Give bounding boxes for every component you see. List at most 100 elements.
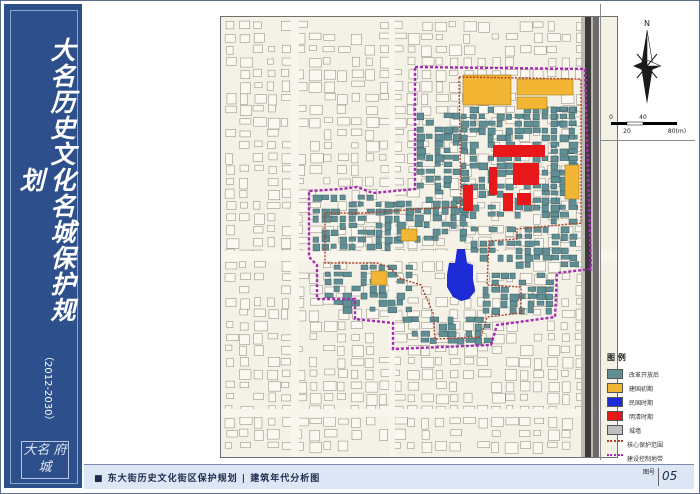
street-block xyxy=(463,321,474,331)
street-block xyxy=(560,322,568,331)
street-block xyxy=(364,45,375,56)
street-block xyxy=(239,286,250,294)
street-block xyxy=(324,320,338,332)
scale-label: 20 xyxy=(623,128,631,135)
street-block xyxy=(519,417,531,426)
reform-era-building xyxy=(366,229,375,236)
street-block xyxy=(308,82,322,93)
street-block xyxy=(407,297,419,304)
reform-era-building xyxy=(478,120,488,128)
reform-era-building xyxy=(432,214,442,222)
street-block xyxy=(394,106,407,114)
legend-label: 建国初期 xyxy=(629,385,654,393)
street-block xyxy=(463,57,472,68)
street-block xyxy=(407,394,415,403)
street-block xyxy=(407,82,420,93)
reform-era-building xyxy=(474,323,483,331)
reform-era-building xyxy=(500,286,509,293)
reform-era-building xyxy=(550,218,557,225)
reform-era-building xyxy=(456,337,465,345)
street-block xyxy=(337,333,346,343)
street-block xyxy=(491,430,501,437)
street-block xyxy=(547,320,555,331)
street-block xyxy=(420,80,433,93)
street-block xyxy=(239,190,248,198)
street-block xyxy=(268,166,277,174)
reform-era-building xyxy=(524,240,534,247)
reform-era-building xyxy=(550,197,557,204)
street-block xyxy=(226,92,237,105)
street-block xyxy=(547,333,555,341)
reform-era-building xyxy=(550,190,559,196)
street-block xyxy=(310,321,322,332)
south-road xyxy=(221,409,617,417)
street-block xyxy=(421,322,435,329)
street-block xyxy=(337,94,348,105)
reform-era-building xyxy=(514,134,524,140)
reform-era-building xyxy=(470,240,478,249)
legend-label: 民国时期 xyxy=(629,399,654,407)
reform-era-building xyxy=(339,222,346,230)
reform-era-building xyxy=(505,127,513,135)
street-block xyxy=(366,153,374,162)
street-block xyxy=(421,45,432,57)
reform-era-building xyxy=(550,176,561,183)
legend-item: 改革开放后 xyxy=(607,367,693,381)
street-block xyxy=(254,94,267,104)
street-block xyxy=(394,69,402,75)
legend-item: 城墙 xyxy=(607,423,693,437)
street-block xyxy=(547,21,555,32)
street-block xyxy=(268,152,278,161)
reform-era-building xyxy=(474,337,483,345)
street-block xyxy=(492,298,501,309)
street-block xyxy=(267,129,279,137)
street-block xyxy=(253,308,266,317)
street-block xyxy=(562,418,573,430)
reform-era-building xyxy=(465,337,475,343)
reform-era-building xyxy=(360,264,369,270)
reform-era-building xyxy=(357,201,364,207)
reform-era-building xyxy=(478,176,485,183)
street-block xyxy=(532,69,544,79)
street-block xyxy=(450,93,463,102)
street-block xyxy=(435,46,447,53)
street-block xyxy=(337,393,346,400)
street-block xyxy=(324,69,336,80)
reform-era-building xyxy=(523,120,533,128)
reform-era-building xyxy=(429,337,437,344)
reform-era-building xyxy=(443,175,452,183)
reform-era-building xyxy=(541,211,551,218)
reform-era-building xyxy=(312,236,319,243)
legend-label: 城墙 xyxy=(629,427,642,435)
street-block xyxy=(239,416,253,425)
street-block xyxy=(323,177,331,185)
reform-era-building xyxy=(393,215,400,223)
street-block xyxy=(393,118,407,129)
street-block xyxy=(224,273,236,282)
reform-era-building xyxy=(496,190,504,198)
street-block xyxy=(380,165,390,173)
reform-era-building xyxy=(550,169,560,177)
street-block xyxy=(407,33,421,45)
street-block xyxy=(322,57,331,65)
street-block xyxy=(380,22,389,29)
street-block xyxy=(323,416,336,427)
reform-era-building xyxy=(460,162,467,169)
map-area xyxy=(84,4,618,460)
reform-era-building xyxy=(321,229,330,237)
street-block xyxy=(561,69,569,79)
reform-era-building xyxy=(369,306,376,312)
street-block xyxy=(379,177,390,187)
street-block xyxy=(379,394,387,406)
street-block xyxy=(491,442,499,453)
street-block xyxy=(309,225,323,234)
street-block xyxy=(266,202,281,209)
reform-era-building xyxy=(369,292,378,298)
reform-era-building xyxy=(496,169,507,177)
reform-era-building xyxy=(321,236,330,243)
reform-era-building xyxy=(527,307,534,314)
street-block xyxy=(463,21,477,32)
reform-era-building xyxy=(487,127,496,135)
street-block xyxy=(351,430,362,440)
street-block xyxy=(338,178,351,187)
